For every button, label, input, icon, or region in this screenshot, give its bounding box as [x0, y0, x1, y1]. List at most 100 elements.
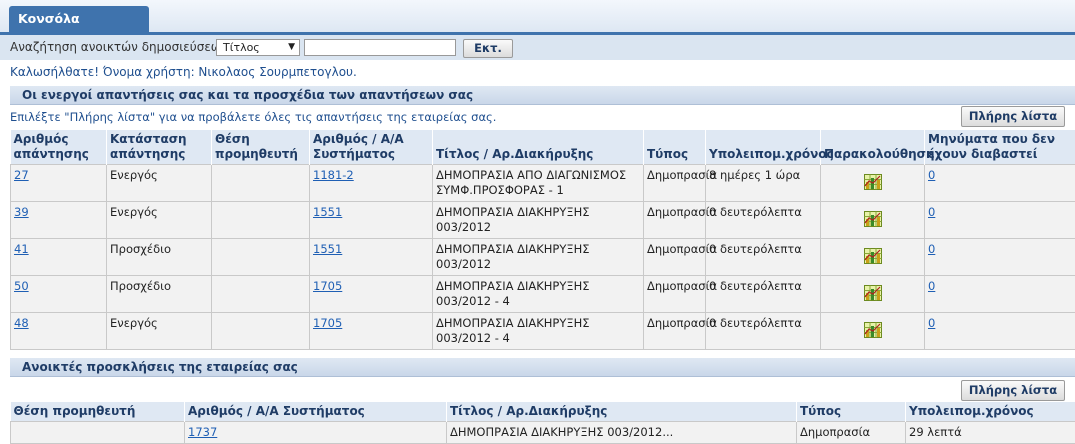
- tab-admin-console[interactable]: Κονσόλα Διαχείρισης: [9, 6, 149, 32]
- title-text-cell: ΔΗΜΟΠΡΑΣΙΑ ΔΙΑΚΗΡΥΞΗΣ 003/2012 - 4: [433, 313, 644, 350]
- response-status: Προσχέδιο: [110, 242, 171, 256]
- title-text-cell: ΔΗΜΟΠΡΑΣΙΑ ΔΙΑΚΗΡΥΞΗΣ 003/2012 - 4: [433, 276, 644, 313]
- col-header-supplier-position: Θέση προμηθευτή: [11, 402, 185, 422]
- response-status: Ενεργός: [110, 205, 158, 219]
- system-number-link-cell: 1551: [310, 239, 433, 276]
- search-field-select[interactable]: Τίτλος ▼: [216, 39, 300, 56]
- col-header-monitoring: Παρακολούθηση: [821, 130, 925, 165]
- response-number-link[interactable]: 39: [14, 205, 29, 219]
- type-text-cell: Δημοπρασία: [644, 165, 706, 202]
- remaining-time-cell: 0 δευτερόλεπτα: [706, 239, 821, 276]
- col-header-system-number: Αριθμός / Α/Α Συστήματος: [185, 402, 447, 422]
- table-row: 48 Ενεργός 1705 ΔΗΜΟΠΡΑΣΙΑ ΔΙΑΚΗΡΥΞΗΣ 003/2…: [11, 313, 1075, 350]
- type-text-cell: Δημοπρασία: [644, 276, 706, 313]
- type-text-cell: Δημοπρασία: [644, 202, 706, 239]
- response-number-link[interactable]: 41: [14, 242, 29, 256]
- tab-bar: Κονσόλα Διαχείρισης: [0, 0, 1075, 33]
- unread-messages-link-cell: 0: [925, 239, 1075, 276]
- response-status: Ενεργός: [110, 316, 158, 330]
- system-number-link[interactable]: 1551: [313, 242, 342, 256]
- response-number-link-cell: 39: [11, 202, 107, 239]
- remaining-time: 0 δευτερόλεπτα: [709, 242, 802, 256]
- response-status-cell: Ενεργός: [107, 313, 212, 350]
- monitor-cell: [821, 165, 925, 202]
- unread-messages-link-cell: 0: [925, 165, 1075, 202]
- title-text: ΔΗΜΟΠΡΑΣΙΑ ΔΙΑΚΗΡΥΞΗΣ 003/2012: [436, 205, 590, 234]
- col-header-title: Τίτλος / Αρ.Διακήρυξης: [447, 402, 797, 422]
- system-number-link[interactable]: 1705: [313, 316, 342, 330]
- system-number-link[interactable]: 1737: [188, 425, 217, 439]
- type-text: Δημοπρασία: [800, 425, 870, 439]
- response-number-link[interactable]: 50: [14, 279, 29, 293]
- remaining-time-cell: 8 ημέρες 1 ώρα: [706, 165, 821, 202]
- system-number-link[interactable]: 1181-2: [313, 168, 354, 182]
- col-header-supplier-position: Θέση προμηθευτή: [212, 130, 310, 165]
- system-number-link[interactable]: 1705: [313, 279, 342, 293]
- response-number-link[interactable]: 27: [14, 168, 29, 182]
- unread-messages-link-cell: 0: [925, 202, 1075, 239]
- table-row: 1737 ΔΗΜΟΠΡΑΣΙΑ ΔΙΑΚΗΡΥΞΗΣ 003/2012...Δημ…: [11, 422, 1075, 444]
- response-number-link-cell: 41: [11, 239, 107, 276]
- responses-table: Αριθμός απάντησης Κατάσταση απάντησης Θέ…: [10, 130, 1075, 350]
- unread-messages-link[interactable]: 0: [928, 205, 935, 219]
- response-status: Προσχέδιο: [110, 279, 171, 293]
- remaining-time: 0 δευτερόλεπτα: [709, 205, 802, 219]
- col-header-unread-messages: Μηνύματα που δεν έχουν διαβαστεί: [925, 130, 1075, 165]
- type-text: Δημοπρασία: [647, 316, 717, 330]
- monitor-chart-icon[interactable]: [864, 322, 882, 338]
- monitor-chart-icon[interactable]: [864, 174, 882, 190]
- monitor-chart-icon[interactable]: [864, 211, 882, 227]
- system-number-link-cell: 1705: [310, 276, 433, 313]
- response-number-link-cell: 50: [11, 276, 107, 313]
- type-text: Δημοπρασία: [647, 205, 717, 219]
- col-header-response-status: Κατάσταση απάντησης: [107, 130, 212, 165]
- title-text-cell: ΔΗΜΟΠΡΑΣΙΑ ΑΠΟ ΔΙΑΓΩΝΙΣΜΟΣ ΣΥΜΦ.ΠΡΟΣΦΟΡΑ…: [433, 165, 644, 202]
- unread-messages-link[interactable]: 0: [928, 168, 935, 182]
- remaining-time: 0 δευτερόλεπτα: [709, 316, 802, 330]
- monitor-cell: [821, 276, 925, 313]
- response-status-cell: Ενεργός: [107, 165, 212, 202]
- response-status-cell: Προσχέδιο: [107, 239, 212, 276]
- title-text-cell: ΔΗΜΟΠΡΑΣΙΑ ΔΙΑΚΗΡΥΞΗΣ 003/2012: [433, 239, 644, 276]
- response-status-cell: Ενεργός: [107, 202, 212, 239]
- response-number-link[interactable]: 48: [14, 316, 29, 330]
- monitor-chart-icon[interactable]: [864, 248, 882, 264]
- chevron-down-icon: ▼: [288, 40, 295, 55]
- type-text-cell: Δημοπρασία: [644, 313, 706, 350]
- type-text: Δημοπρασία: [647, 279, 717, 293]
- supplier-position-cell: [212, 239, 310, 276]
- remaining-time: 8 ημέρες 1 ώρα: [709, 168, 800, 182]
- unread-messages-link[interactable]: 0: [928, 316, 935, 330]
- title-text: ΔΗΜΟΠΡΑΣΙΑ ΔΙΑΚΗΡΥΞΗΣ 003/2012 - 4: [436, 279, 590, 308]
- supplier-position-cell: [11, 422, 185, 444]
- welcome-message: Καλωσήλθατε! Όνομα χρήστη: Νικολαος Σουρ…: [10, 65, 357, 79]
- system-number-link-cell: 1181-2: [310, 165, 433, 202]
- type-text: Δημοπρασία: [647, 168, 717, 182]
- table-row: 39 Ενεργός 1551 ΔΗΜΟΠΡΑΣΙΑ ΔΙΑΚΗΡΥΞΗΣ 003/2…: [11, 202, 1075, 239]
- title-text-cell: ΔΗΜΟΠΡΑΣΙΑ ΔΙΑΚΗΡΥΞΗΣ 003/2012...: [447, 422, 797, 444]
- invitations-full-list-button[interactable]: Πλήρης λίστα: [961, 380, 1065, 401]
- remaining-time-cell: 0 δευτερόλεπτα: [706, 276, 821, 313]
- col-header-system-number: Αριθμός / Α/Α Συστήματος: [310, 130, 433, 165]
- system-number-link[interactable]: 1551: [313, 205, 342, 219]
- monitor-cell: [821, 313, 925, 350]
- responses-hint: Επιλέξτε "Πλήρης λίστα" για να προβάλετε…: [10, 110, 496, 124]
- search-input[interactable]: [304, 39, 456, 56]
- monitor-chart-icon[interactable]: [864, 285, 882, 301]
- table-row: 27 Ενεργός 1181-2 ΔΗΜΟΠΡΑΣΙΑ ΑΠΟ ΔΙΑΓΩΝΙΣΜΟ…: [11, 165, 1075, 202]
- table-row: 41 Προσχέδιο 1551 ΔΗΜΟΠΡΑΣΙΑ ΔΙΑΚΗΡΥΞΗΣ 003…: [11, 239, 1075, 276]
- invitations-section-title: Ανοικτές προσκλήσεις της εταιρείας σας: [22, 360, 298, 374]
- search-go-button[interactable]: Εκτ.: [463, 39, 513, 58]
- unread-messages-link[interactable]: 0: [928, 279, 935, 293]
- responses-full-list-button[interactable]: Πλήρης λίστα: [961, 106, 1065, 127]
- response-status: Ενεργός: [110, 168, 158, 182]
- supplier-position-cell: [212, 313, 310, 350]
- remaining-time: 0 δευτερόλεπτα: [709, 279, 802, 293]
- col-header-remaining-time: Υπολειπομ.χρόνος: [906, 402, 1075, 422]
- unread-messages-link[interactable]: 0: [928, 242, 935, 256]
- col-header-remaining-time: Υπολειπομ.χρόνος: [706, 130, 821, 165]
- supplier-position-cell: [212, 202, 310, 239]
- supplier-position-cell: [212, 276, 310, 313]
- invitations-table: Θέση προμηθευτή Αριθμός / Α/Α Συστήματος…: [10, 402, 1075, 444]
- system-number-link-cell: 1737: [185, 422, 447, 444]
